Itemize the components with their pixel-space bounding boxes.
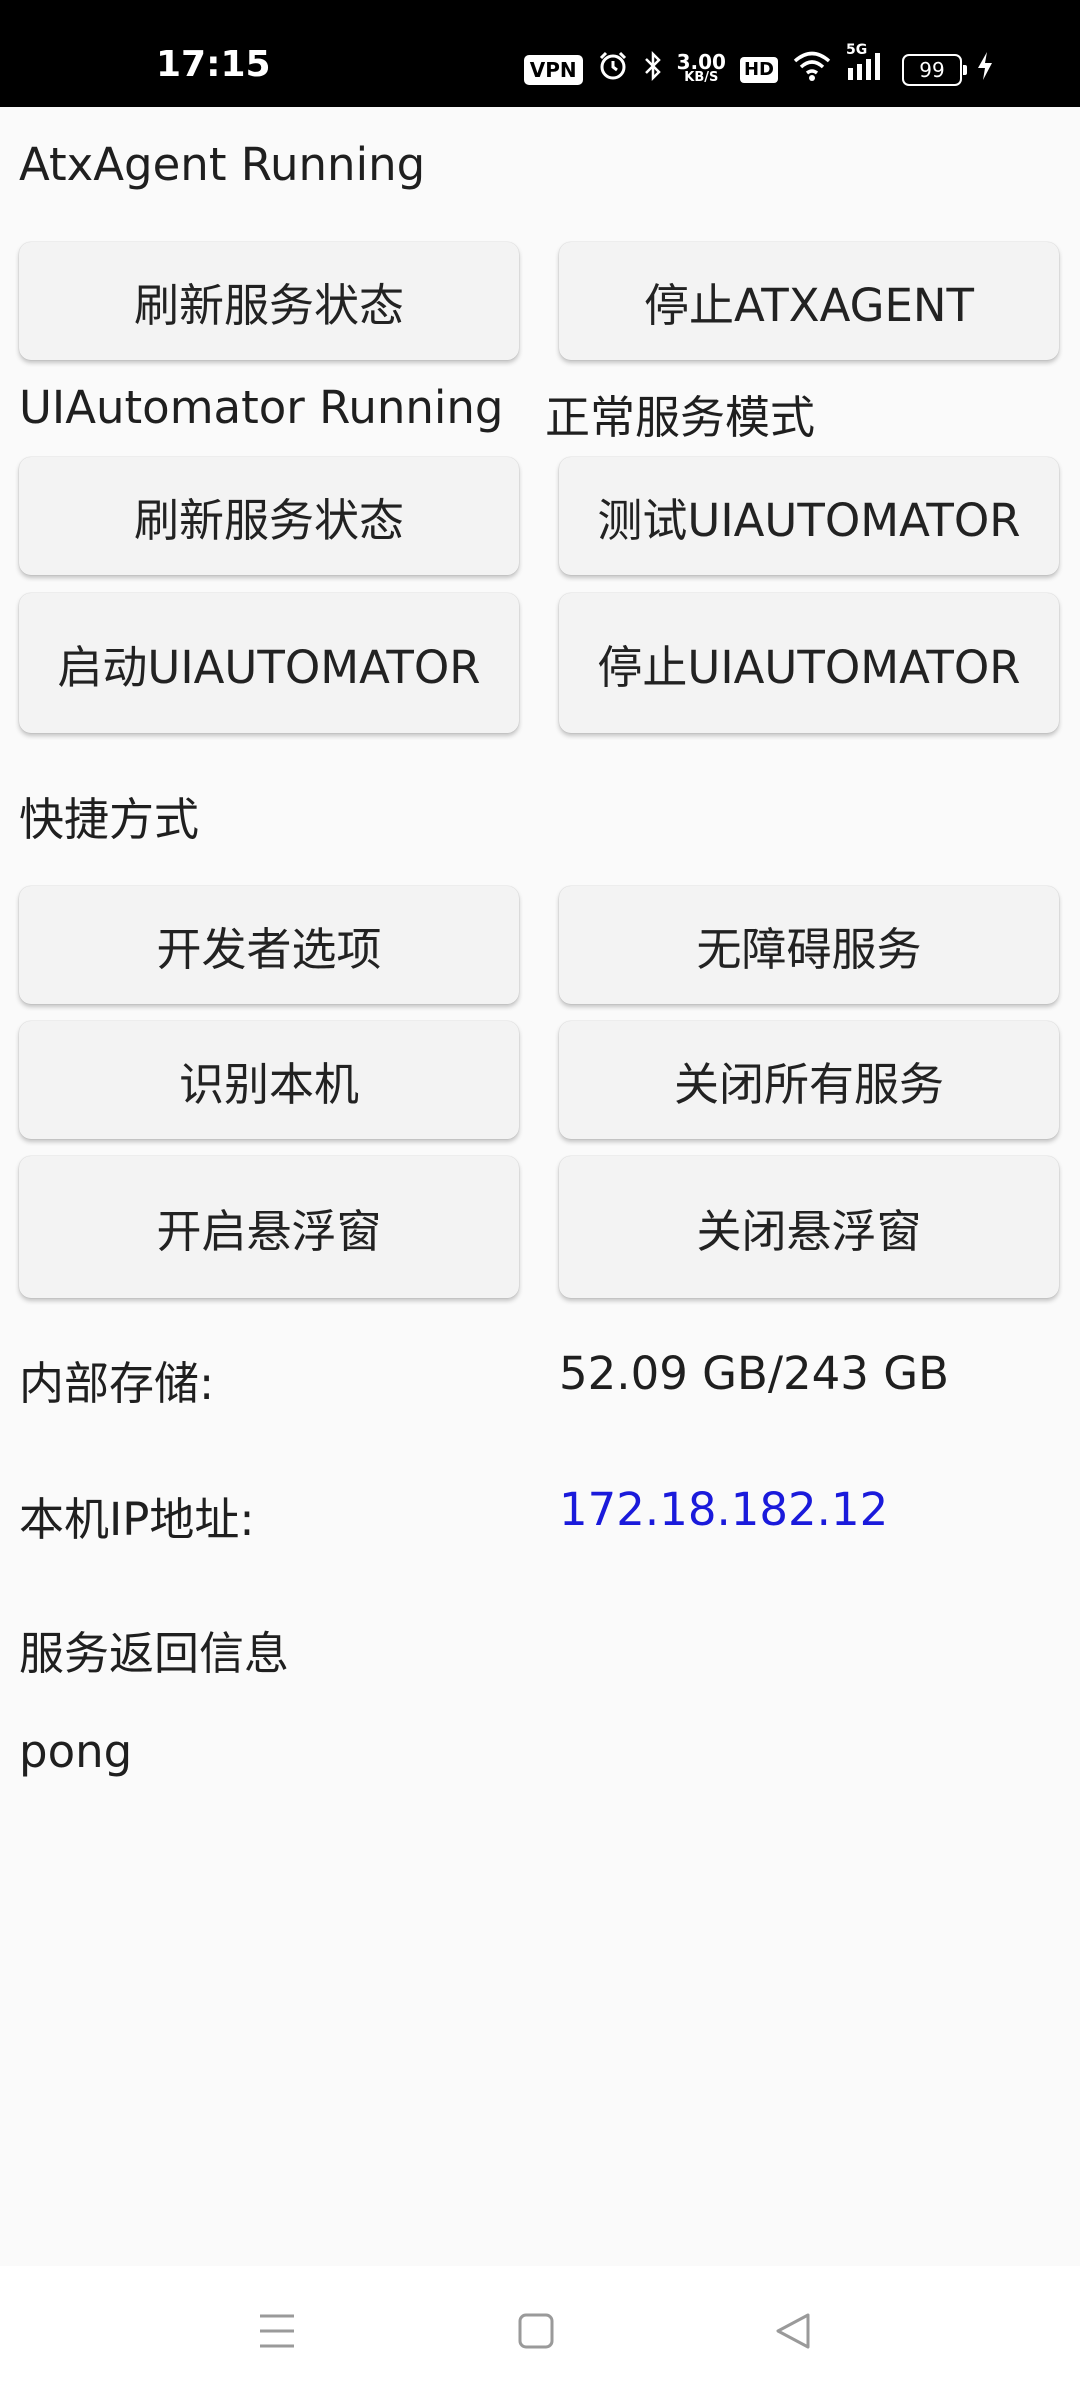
hd-icon: HD [739,56,778,83]
close-all-services-button[interactable]: 关闭所有服务 [559,1021,1059,1139]
refresh-atx-status-button[interactable]: 刷新服务状态 [19,242,519,360]
back-icon[interactable] [774,2310,812,2356]
open-float-window-button[interactable]: 开启悬浮窗 [19,1156,519,1298]
storage-value: 52.09 GB/243 GB [559,1347,949,1400]
storage-label: 内部存储: [19,1357,215,1410]
navigation-bar [0,2266,1080,2400]
service-response-value: pong [19,1725,133,1778]
home-icon[interactable] [517,2310,555,2356]
ip-value: 172.18.182.12 [559,1483,889,1536]
service-response-title: 服务返回信息 [19,1627,290,1680]
atx-agent-status: AtxAgent Running [19,138,426,191]
accessibility-service-button[interactable]: 无障碍服务 [559,886,1059,1004]
wifi-icon [792,50,832,89]
network-speed: 3.00 KB/S [676,49,726,86]
status-icons: VPN 3.00 KB/S HD 5G 99 [523,42,994,89]
close-float-window-button[interactable]: 关闭悬浮窗 [559,1156,1059,1298]
identify-device-button[interactable]: 识别本机 [19,1021,519,1139]
refresh-uiautomator-status-button[interactable]: 刷新服务状态 [19,457,519,575]
stop-atx-agent-button[interactable]: 停止ATXAGENT [559,242,1059,360]
vpn-icon: VPN [523,54,583,85]
alarm-icon [597,50,629,89]
bluetooth-icon [643,50,663,89]
stop-uiautomator-button[interactable]: 停止UIAUTOMATOR [559,593,1059,733]
battery-icon: 99 [902,53,967,86]
ip-label: 本机IP地址: [19,1493,255,1546]
status-bar: 17:15 VPN 3.00 KB/S HD 5G 99 [0,0,1080,107]
shortcuts-title: 快捷方式 [19,793,200,846]
cellular-signal-icon: 5G [846,42,888,89]
charging-icon [976,50,994,89]
status-time: 17:15 [156,44,271,85]
service-mode-label: 正常服务模式 [545,391,816,444]
network-type: 5G [846,42,868,58]
menu-icon[interactable] [258,2310,296,2356]
uiautomator-status: UIAutomator Running [19,381,504,434]
start-uiautomator-button[interactable]: 启动UIAUTOMATOR [19,593,519,733]
developer-options-button[interactable]: 开发者选项 [19,886,519,1004]
network-speed-value: 3.00 [676,49,726,74]
test-uiautomator-button[interactable]: 测试UIAUTOMATOR [559,457,1059,575]
